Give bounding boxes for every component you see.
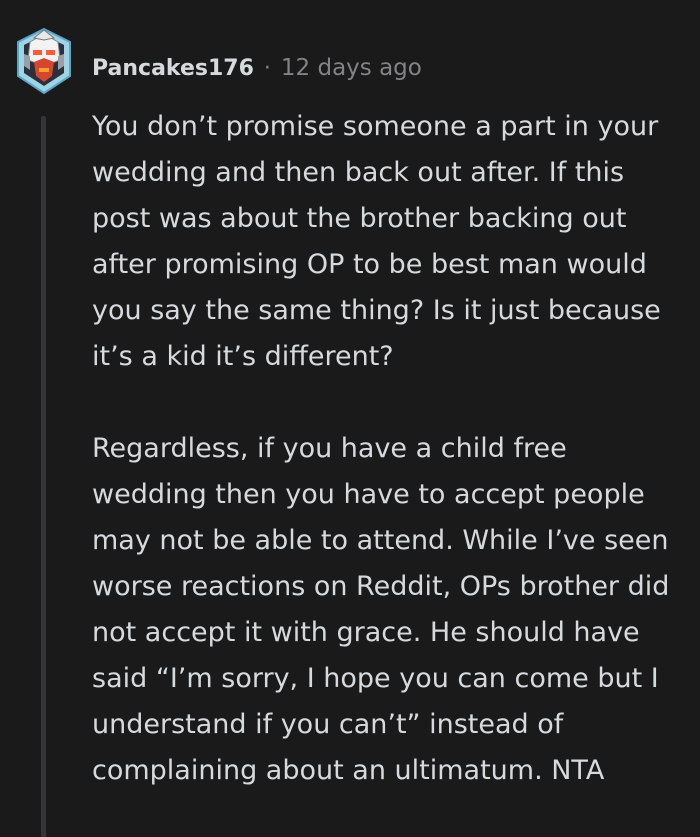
user-avatar[interactable] bbox=[12, 26, 76, 96]
robot-avatar-icon bbox=[17, 27, 71, 95]
thread-collapse-line[interactable] bbox=[41, 116, 46, 837]
meta-separator: · bbox=[263, 55, 271, 81]
comment: Pancakes176 · 12 days ago You don’t prom… bbox=[0, 0, 700, 837]
comment-header: Pancakes176 · 12 days ago bbox=[92, 48, 422, 88]
comment-body: You don’t promise someone a part in your… bbox=[92, 104, 682, 794]
username-link[interactable]: Pancakes176 bbox=[92, 56, 254, 81]
comment-paragraph: Regardless, if you have a child free wed… bbox=[92, 433, 670, 786]
comment-timestamp[interactable]: 12 days ago bbox=[281, 55, 422, 81]
comment-paragraph: You don’t promise someone a part in your… bbox=[92, 111, 661, 372]
